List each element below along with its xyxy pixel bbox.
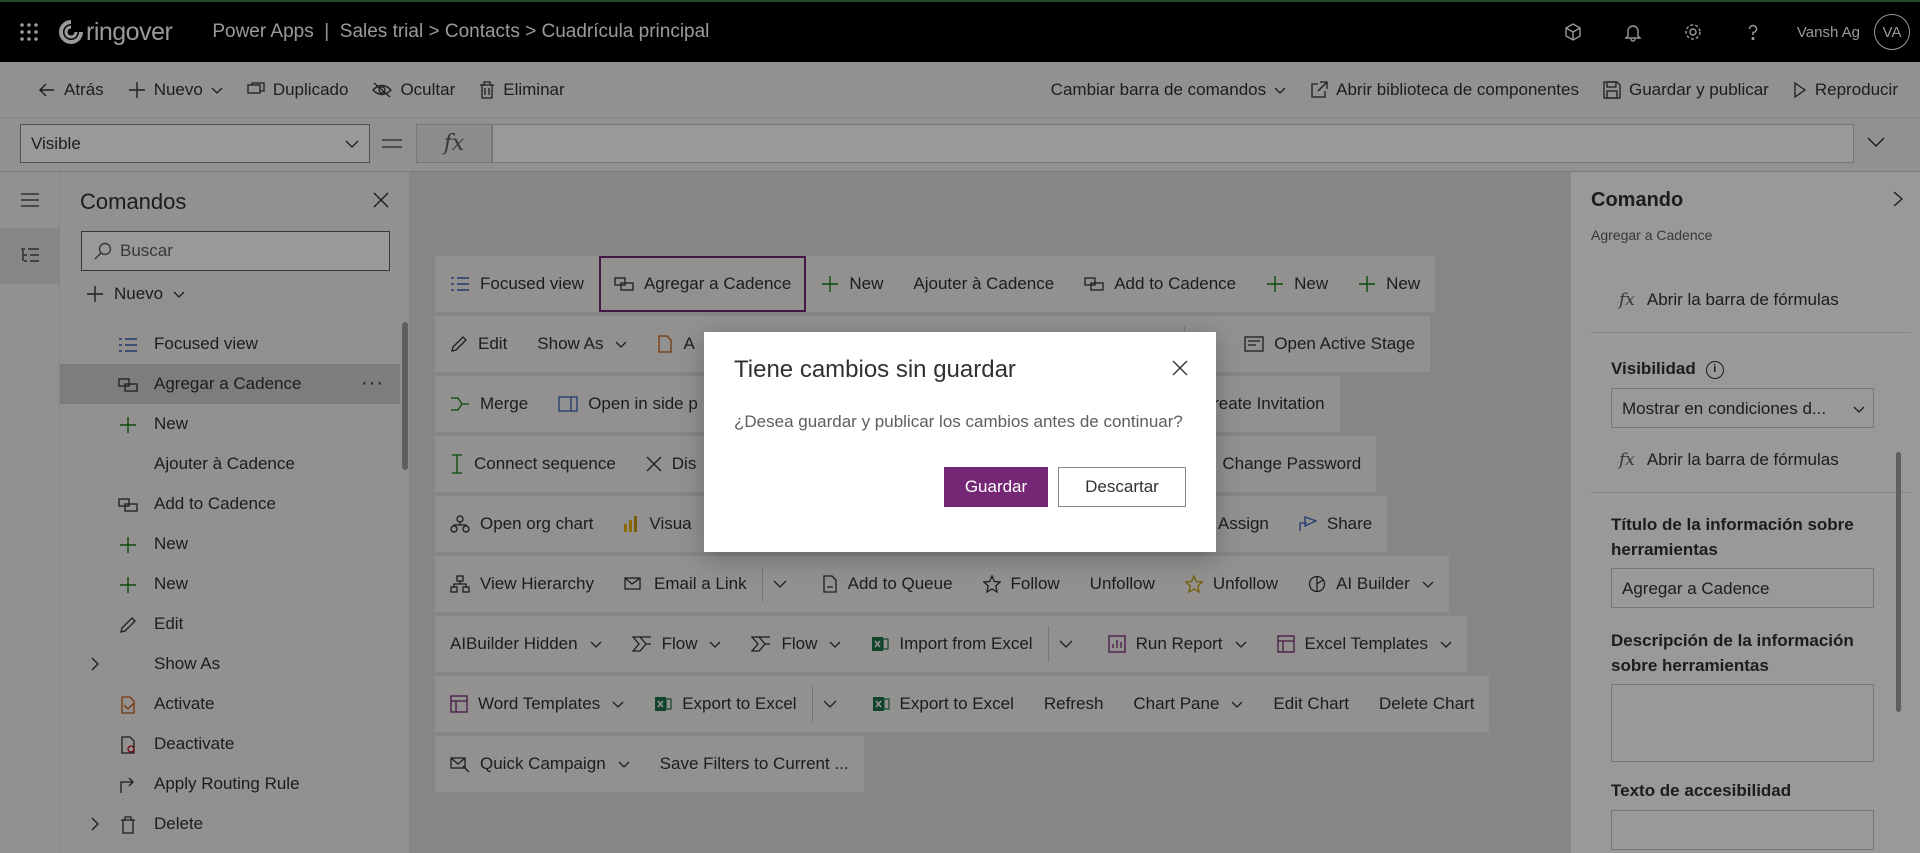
unsaved-changes-dialog: Tiene cambios sin guardar ¿Desea guardar… [704, 332, 1216, 552]
save-button[interactable]: Guardar [944, 467, 1048, 507]
dialog-message: ¿Desea guardar y publicar los cambios an… [734, 412, 1183, 431]
discard-button[interactable]: Descartar [1058, 467, 1186, 507]
close-icon[interactable] [1172, 360, 1188, 376]
dialog-title: Tiene cambios sin guardar [734, 356, 1016, 383]
